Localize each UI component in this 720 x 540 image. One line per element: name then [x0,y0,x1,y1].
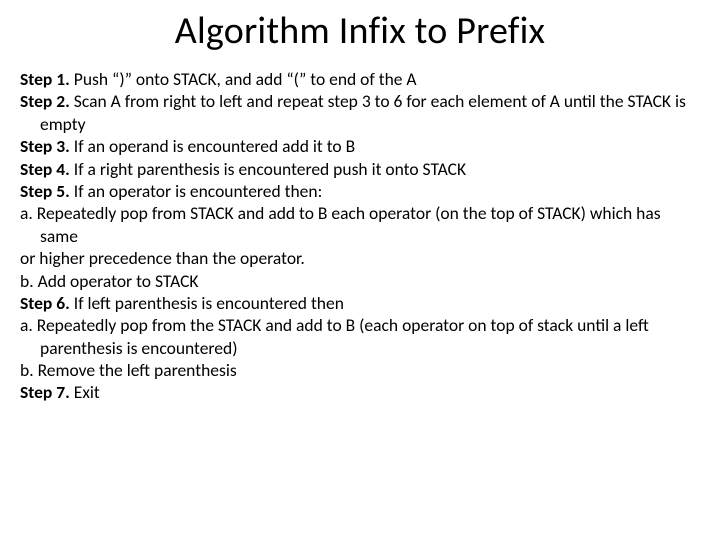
step-line: Step 1. Push “)” onto STACK, and add “(”… [20,68,700,90]
step-line: or higher precedence than the operator. [20,247,700,269]
step-label: Step 3. [20,135,70,157]
step-text: Exit [70,381,100,403]
step-text: a. Repeatedly pop from STACK and add to … [20,202,661,246]
step-line: Step 3. If an operand is encountered add… [20,135,700,157]
step-label: Step 4. [20,158,70,180]
step-label: Step 7. [20,381,70,403]
step-line: a. Repeatedly pop from STACK and add to … [20,202,700,247]
step-text: Scan A from right to left and repeat ste… [40,90,686,134]
step-text: or higher precedence than the operator. [20,247,305,269]
step-label: Step 5. [20,180,70,202]
step-label: Step 2. [20,90,70,112]
step-text: Push “)” onto STACK, and add “(” to end … [70,68,417,90]
step-text: If left parenthesis is encountered then [70,292,344,314]
page-title: Algorithm Infix to Prefix [20,8,700,54]
step-text: b. Add operator to STACK [20,270,199,292]
step-text: b. Remove the left parenthesis [20,359,237,381]
step-line: b. Remove the left parenthesis [20,359,700,381]
step-text: If an operand is encountered add it to B [70,135,355,157]
step-line: Step 7. Exit [20,381,700,403]
step-label: Step 1. [20,68,70,90]
step-line: Step 2. Scan A from right to left and re… [20,90,700,135]
step-line: Step 4. If a right parenthesis is encoun… [20,158,700,180]
slide: Algorithm Infix to Prefix Step 1. Push “… [0,0,720,540]
step-line: Step 6. If left parenthesis is encounter… [20,292,700,314]
step-text: a. Repeatedly pop from the STACK and add… [20,314,649,358]
step-label: Step 6. [20,292,70,314]
step-line: b. Add operator to STACK [20,270,700,292]
step-text: If an operator is encountered then: [70,180,322,202]
step-line: a. Repeatedly pop from the STACK and add… [20,314,700,359]
step-line: Step 5. If an operator is encountered th… [20,180,700,202]
algorithm-body: Step 1. Push “)” onto STACK, and add “(”… [20,68,700,404]
step-text: If a right parenthesis is encountered pu… [70,158,466,180]
